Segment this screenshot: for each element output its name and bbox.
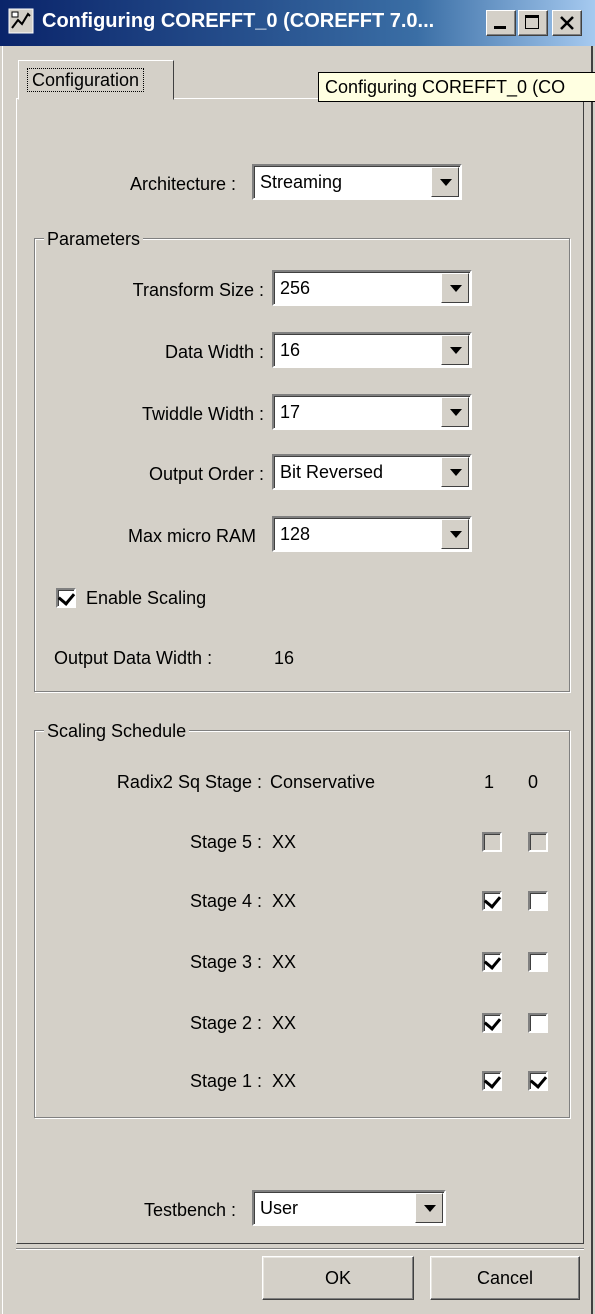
bit-1-column-header: 1: [484, 772, 495, 792]
scaling-schedule-title: Scaling Schedule: [44, 720, 190, 742]
stage-3-bit0-checkbox[interactable]: [528, 952, 548, 972]
chevron-down-icon: [424, 1205, 436, 1212]
stage-2-bit0-checkbox[interactable]: [528, 1013, 548, 1033]
title-tooltip: Configuring COREFFT_0 (CO: [318, 72, 595, 102]
transform-size-select[interactable]: 256: [272, 270, 472, 306]
output-order-select[interactable]: Bit Reversed: [272, 454, 472, 490]
enable-scaling-label: Enable Scaling: [86, 588, 207, 608]
chevron-down-icon: [440, 179, 452, 186]
stage-2-label: Stage 2 :: [189, 1013, 262, 1033]
cancel-button[interactable]: Cancel: [430, 1256, 580, 1300]
maximize-button[interactable]: [518, 10, 548, 36]
stage-1-bit1-checkbox[interactable]: [482, 1071, 502, 1091]
stage-5-bit1-checkbox[interactable]: [482, 832, 502, 852]
output-order-label: Output Order :: [148, 464, 264, 484]
twiddle-width-dropdown-button[interactable]: [441, 397, 469, 427]
tab-configuration[interactable]: Configuration: [18, 60, 174, 100]
output-data-width-label: Output Data Width :: [54, 648, 213, 668]
stage-2-value: XX: [272, 1013, 297, 1033]
stage-4-bit0-checkbox[interactable]: [528, 891, 548, 911]
stage-4-label: Stage 4 :: [189, 891, 262, 911]
minimize-button[interactable]: [486, 10, 516, 36]
chevron-down-icon: [450, 409, 462, 416]
tab-label: Configuration: [27, 68, 145, 92]
architecture-value: Streaming: [260, 172, 343, 192]
max-micro-ram-select[interactable]: 128: [272, 516, 472, 552]
window-title: Configuring COREFFT_0 (COREFFT 7.0...: [42, 10, 435, 32]
architecture-select[interactable]: Streaming: [252, 164, 462, 200]
stage-3-label: Stage 3 :: [189, 952, 262, 972]
maximize-icon: [525, 15, 539, 29]
max-micro-ram-value: 128: [280, 524, 311, 544]
chevron-down-icon: [450, 285, 462, 292]
enable-scaling-checkbox[interactable]: [56, 588, 76, 608]
output-order-value: Bit Reversed: [280, 462, 384, 482]
transform-size-label: Transform Size :: [132, 280, 264, 300]
architecture-label: Architecture :: [129, 174, 236, 194]
radix2-stage-label: Radix2 Sq Stage :: [116, 772, 262, 792]
stage-3-bit1-checkbox[interactable]: [482, 952, 502, 972]
transform-size-value: 256: [280, 278, 311, 298]
stage-2-bit1-checkbox[interactable]: [482, 1013, 502, 1033]
radix2-stage-value: Conservative: [270, 772, 376, 792]
parameters-title: Parameters: [44, 228, 144, 250]
output-order-dropdown-button[interactable]: [441, 457, 469, 487]
stage-3-value: XX: [272, 952, 297, 972]
stage-1-label: Stage 1 :: [189, 1071, 262, 1091]
testbench-dropdown-button[interactable]: [415, 1193, 443, 1223]
stage-4-value: XX: [272, 891, 297, 911]
chevron-down-icon: [450, 347, 462, 354]
data-width-label: Data Width :: [164, 342, 264, 362]
transform-size-dropdown-button[interactable]: [441, 273, 469, 303]
twiddle-width-select[interactable]: 17: [272, 394, 472, 430]
stage-5-value: XX: [272, 832, 297, 852]
max-micro-ram-label: Max micro RAM: [127, 526, 256, 546]
architecture-dropdown-button[interactable]: [431, 167, 459, 197]
close-button[interactable]: [552, 10, 582, 36]
bit-0-column-header: 0: [528, 772, 539, 792]
output-data-width-value: 16: [274, 648, 295, 668]
app-icon: [8, 8, 34, 34]
stage-1-value: XX: [272, 1071, 297, 1091]
data-width-value: 16: [280, 340, 301, 360]
data-width-dropdown-button[interactable]: [441, 335, 469, 365]
stage-1-bit0-checkbox[interactable]: [528, 1071, 548, 1091]
minimize-icon: [494, 26, 506, 29]
testbench-label: Testbench :: [143, 1200, 236, 1220]
title-bar[interactable]: Configuring COREFFT_0 (COREFFT 7.0...: [0, 0, 595, 46]
data-width-select[interactable]: 16: [272, 332, 472, 368]
stage-4-bit1-checkbox[interactable]: [482, 891, 502, 911]
testbench-select[interactable]: User: [252, 1190, 446, 1226]
ok-button[interactable]: OK: [262, 1256, 414, 1300]
stage-5-bit0-checkbox[interactable]: [528, 832, 548, 852]
stage-5-label: Stage 5 :: [189, 832, 262, 852]
max-micro-ram-dropdown-button[interactable]: [441, 519, 469, 549]
chevron-down-icon: [450, 469, 462, 476]
twiddle-width-label: Twiddle Width :: [141, 404, 264, 424]
twiddle-width-value: 17: [280, 402, 301, 422]
testbench-value: User: [260, 1198, 299, 1218]
bottom-separator: [16, 1248, 584, 1250]
chevron-down-icon: [450, 531, 462, 538]
close-icon: [560, 16, 574, 30]
